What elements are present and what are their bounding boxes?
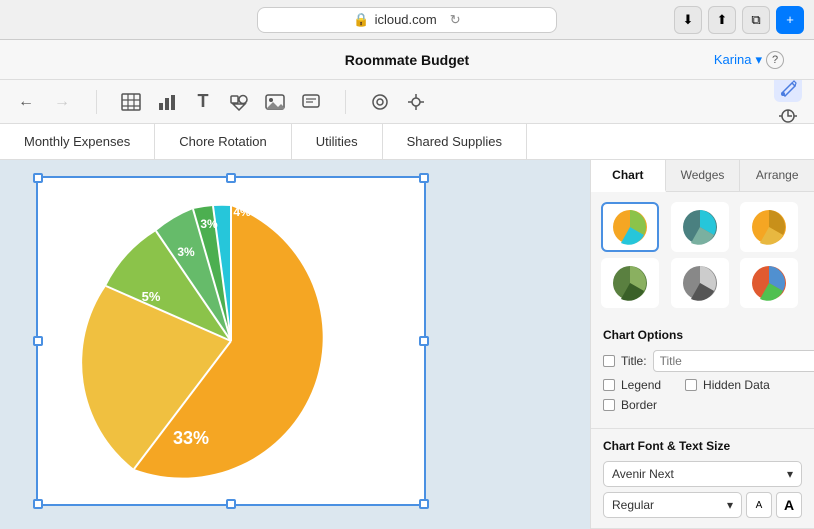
focus-icon[interactable] [366,88,394,116]
insert-group: T [117,88,325,116]
undo-button[interactable]: ← [12,88,40,116]
app-title-bar: Roommate Budget Karina ▾ ? [0,40,814,80]
view-group [366,88,430,116]
redo-button[interactable]: → [48,88,76,116]
chevron-down-icon: ▾ [787,467,793,481]
user-chevron-icon: ▾ [755,52,762,68]
font-family-select[interactable]: Avenir Next ▾ [603,461,802,487]
handle-br[interactable] [419,499,429,509]
tab-button[interactable]: ⧉ [742,6,770,34]
username: Karina [714,52,752,67]
border-row: Border [603,398,802,412]
share-button[interactable]: ⬆ [708,6,736,34]
handle-ml[interactable] [33,336,43,346]
url-text: icloud.com [375,12,437,27]
panel-tab-chart[interactable]: Chart [591,160,666,192]
shape-icon[interactable] [225,88,253,116]
font-size-large-button[interactable]: A [776,492,802,518]
text-icon[interactable]: T [189,88,217,116]
tab-utilities[interactable]: Utilities [292,124,383,159]
tab-monthly-expenses[interactable]: Monthly Expenses [0,124,155,159]
app-title: Roommate Budget [345,52,469,68]
chart-style-6[interactable] [740,258,798,308]
help-icon[interactable]: ? [766,51,784,69]
toolbar-separator-2 [345,90,346,114]
chart-container[interactable]: 52% 33% 5% 3% 3% 4% [36,176,426,506]
tab-spacer [527,124,814,159]
hidden-data-checkbox[interactable] [685,379,697,391]
title-option-row: Title: [603,350,802,372]
table-icon[interactable] [117,88,145,116]
hidden-data-label: Hidden Data [703,378,770,392]
chart-styles-grid [591,192,814,318]
main-content: 52% 33% 5% 3% 3% 4% [0,160,814,529]
reload-icon[interactable]: ↻ [450,12,461,28]
tab-chore-rotation[interactable]: Chore Rotation [155,124,291,159]
legend-label: Legend [621,378,661,392]
download-button[interactable]: ⬇ [674,6,702,34]
svg-text:3%: 3% [200,217,218,231]
handle-tr[interactable] [419,173,429,183]
user-area[interactable]: Karina ▾ ? [714,51,784,69]
font-section-title: Chart Font & Text Size [603,439,802,453]
border-label: Border [621,398,657,412]
font-size-small-button[interactable]: A [746,492,772,518]
pie-chart: 52% 33% 5% 3% 3% 4% [46,186,416,496]
panel-tabs: Chart Wedges Arrange [591,160,814,192]
title-checkbox[interactable] [603,355,615,367]
title-label: Title: [621,354,647,368]
tab-shared-supplies[interactable]: Shared Supplies [383,124,527,159]
right-toolbar-group [774,74,802,130]
chart-style-2[interactable] [671,202,729,252]
undo-redo-group: ← → [12,88,76,116]
svg-text:4%: 4% [233,205,251,219]
right-panel: Chart Wedges Arrange [590,160,814,529]
chart-options-section: Chart Options Title: Legend Hidden Data … [591,318,814,429]
handle-bl[interactable] [33,499,43,509]
svg-text:33%: 33% [173,428,209,448]
chart-icon[interactable] [153,88,181,116]
border-checkbox[interactable] [603,399,615,411]
chart-style-5[interactable] [671,258,729,308]
comment-icon[interactable] [297,88,325,116]
font-style-select[interactable]: Regular ▾ [603,492,742,518]
handle-tc[interactable] [226,173,236,183]
svg-text:5%: 5% [142,289,161,304]
image-icon[interactable] [261,88,289,116]
new-tab-button[interactable]: + [776,6,804,34]
browser-bar: 🔒 icloud.com ↻ ⬇ ⬆ ⧉ + [0,0,814,40]
legend-checkbox[interactable] [603,379,615,391]
browser-buttons: ⬇ ⬆ ⧉ + [674,6,804,34]
chart-style-4[interactable] [601,258,659,308]
toolbar: ← → T [0,80,814,124]
chart-style-3[interactable] [740,202,798,252]
toolbar-separator-1 [96,90,97,114]
tabs-bar: Monthly Expenses Chore Rotation Utilitie… [0,124,814,160]
panel-tab-arrange[interactable]: Arrange [740,160,814,191]
svg-text:3%: 3% [177,245,195,259]
legend-row: Legend Hidden Data [603,378,802,392]
chart-style-1[interactable] [601,202,659,252]
lock-icon: 🔒 [353,12,369,28]
title-input[interactable] [653,350,814,372]
handle-mr[interactable] [419,336,429,346]
handle-tl[interactable] [33,173,43,183]
url-bar[interactable]: 🔒 icloud.com ↻ [257,7,557,33]
chart-options-title: Chart Options [603,328,802,342]
font-style-row: Regular ▾ A A [603,492,802,518]
handle-bc[interactable] [226,499,236,509]
format-icon[interactable] [402,88,430,116]
panel-tab-wedges[interactable]: Wedges [666,160,741,191]
canvas-area[interactable]: 52% 33% 5% 3% 3% 4% [0,160,590,529]
chevron-down-icon-2: ▾ [727,498,733,512]
svg-text:52%: 52% [326,324,366,346]
font-section: Chart Font & Text Size Avenir Next ▾ Reg… [591,429,814,529]
